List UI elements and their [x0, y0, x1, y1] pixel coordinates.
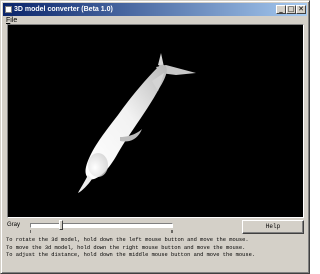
instructions-text: To rotate the 3d model, hold down the le…	[6, 237, 306, 260]
dolphin-model	[78, 53, 196, 193]
instruction-line: To rotate the 3d model, hold down the le…	[6, 237, 249, 243]
gray-label: Gray	[7, 222, 21, 228]
gray-slider-track[interactable]	[30, 223, 173, 228]
close-button[interactable]: ✕	[296, 5, 306, 14]
help-button[interactable]: Help	[242, 220, 304, 234]
slider-ticks	[30, 230, 173, 233]
gray-slider-thumb[interactable]	[59, 220, 64, 230]
instruction-line: To move the 3d model, hold down the righ…	[6, 244, 246, 251]
menu-file[interactable]: File	[6, 17, 17, 24]
app-window: 3D model converter (Beta 1.0) _ □ ✕ File	[0, 0, 310, 274]
minimize-button[interactable]: _	[276, 5, 286, 14]
3d-viewport[interactable]	[7, 24, 304, 218]
maximize-button[interactable]: □	[286, 5, 296, 14]
instruction-line: To adjust the distance, hold down the mi…	[6, 252, 256, 258]
app-icon	[5, 6, 12, 13]
title-bar[interactable]: 3D model converter (Beta 1.0) _ □ ✕	[3, 3, 307, 16]
window-title: 3D model converter (Beta 1.0)	[14, 6, 113, 13]
